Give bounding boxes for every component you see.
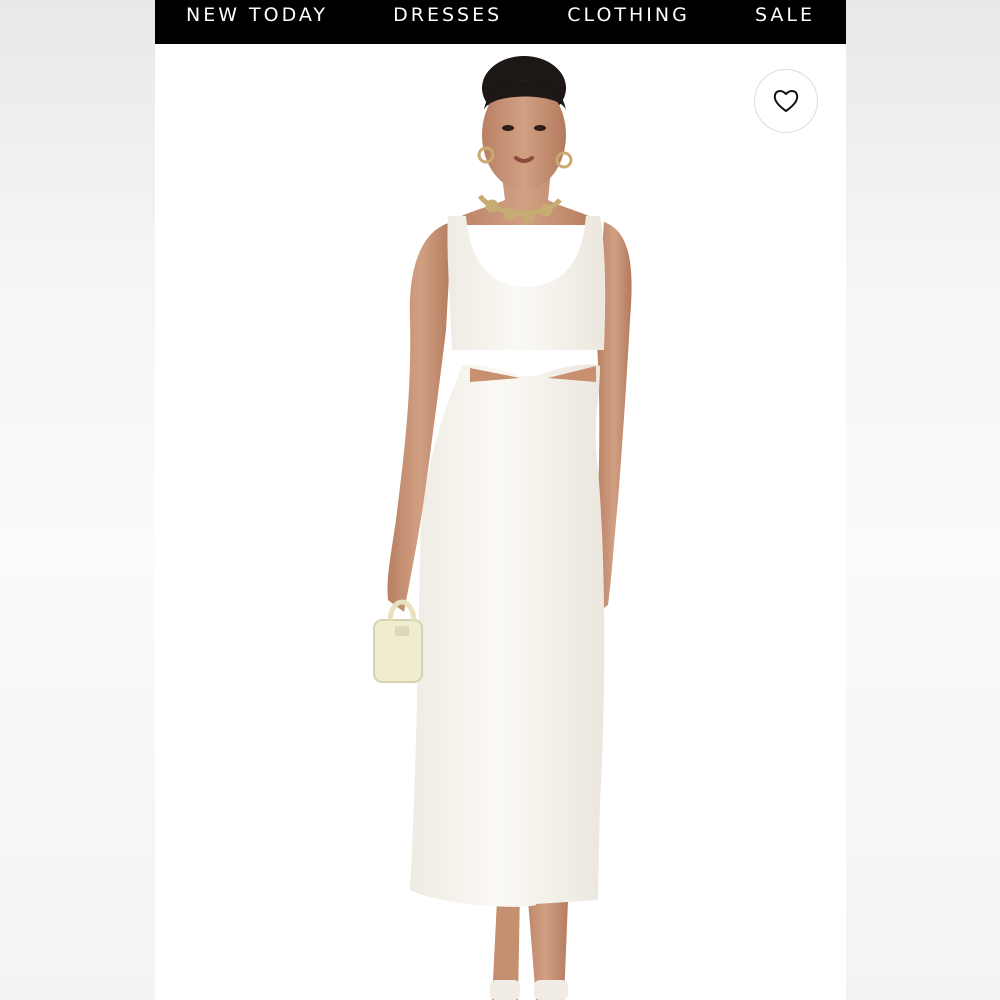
heart-icon bbox=[773, 90, 799, 112]
top-navigation: NEW TODAY DRESSES CLOTHING SALE bbox=[155, 0, 846, 44]
background-blur-right bbox=[846, 0, 1000, 1000]
nav-sale[interactable]: SALE bbox=[755, 4, 815, 26]
product-image[interactable] bbox=[155, 44, 846, 1000]
nav-new-today[interactable]: NEW TODAY bbox=[186, 4, 328, 26]
wishlist-button[interactable] bbox=[754, 69, 818, 133]
product-page: NEW TODAY DRESSES CLOTHING SALE bbox=[155, 0, 846, 1000]
background-blur-left bbox=[0, 0, 155, 1000]
model-head bbox=[477, 56, 573, 190]
right-shoe bbox=[534, 980, 568, 1000]
left-shoe bbox=[490, 980, 520, 1000]
nav-clothing[interactable]: CLOTHING bbox=[567, 4, 690, 26]
handbag bbox=[373, 599, 423, 683]
nav-dresses[interactable]: DRESSES bbox=[393, 4, 502, 26]
